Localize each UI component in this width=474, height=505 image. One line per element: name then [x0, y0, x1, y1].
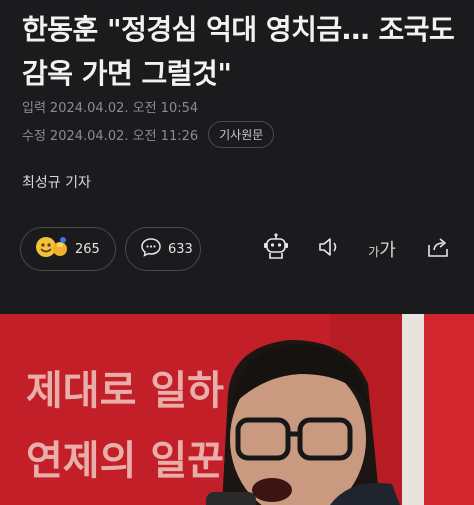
edited-time-row: 수정 2024.04.02. 오전 11:26 기사원문: [22, 121, 275, 148]
article-headline: 한동훈 "정경심 억대 영치금… 조국도 감옥 가면 그럴것": [22, 13, 455, 90]
speaker-icon: [315, 233, 343, 265]
robot-icon: [261, 232, 291, 266]
article-photo: 제대로 일하 연제의 일꾼: [0, 314, 474, 505]
text-to-speech-button[interactable]: [311, 231, 347, 267]
banner-text-line2: 연제의 일꾼: [26, 438, 224, 484]
font-size-icon: 가가: [368, 240, 396, 261]
comment-button[interactable]: 633: [125, 227, 201, 271]
original-article-button[interactable]: 기사원문: [208, 121, 275, 148]
share-icon: [424, 233, 452, 265]
published-time-row: 입력 2024.04.02. 오전 10:54: [22, 97, 198, 116]
comment-count: 633: [168, 241, 193, 257]
share-button[interactable]: [420, 231, 456, 267]
article-page: 한동훈 "정경심 억대 영치금… 조국도 감옥 가면 그럴것" 입력 2024.…: [0, 0, 474, 505]
reaction-emoji-icon: [35, 234, 69, 264]
reporter-name: 최성규 기자: [22, 175, 91, 191]
reaction-button[interactable]: 265: [20, 227, 116, 271]
summary-bot-button[interactable]: [258, 231, 294, 267]
font-size-button[interactable]: 가가: [364, 231, 400, 267]
published-time: 2024.04.02. 오전 10:54: [49, 101, 199, 116]
reaction-count: 265: [75, 241, 100, 257]
edited-time: 2024.04.02. 오전 11:26: [49, 129, 199, 144]
banner-text-line1: 제대로 일하: [26, 368, 224, 414]
published-label: 입력: [22, 101, 46, 116]
edited-label: 수정: [22, 129, 46, 144]
comment-icon: [140, 236, 162, 262]
